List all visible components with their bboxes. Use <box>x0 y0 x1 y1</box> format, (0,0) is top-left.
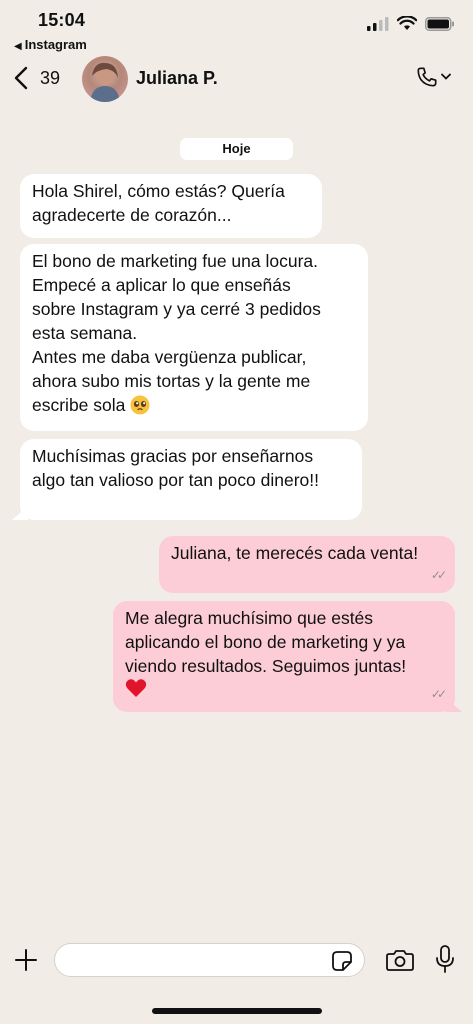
message-line: Empecé a aplicar lo que enseñás <box>32 275 291 295</box>
plus-icon <box>15 949 37 971</box>
contact-name[interactable]: Juliana P. <box>136 68 218 89</box>
microphone-icon <box>436 945 454 973</box>
red-heart-emoji <box>125 678 443 704</box>
chat-header: 39 Juliana P. <box>0 52 473 116</box>
unread-count: 39 <box>40 67 61 88</box>
sticker-icon <box>332 951 352 971</box>
message-bubble-incoming[interactable]: Muchísimas gracias por enseñarnos algo t… <box>20 439 362 520</box>
status-bar: 15:04 ◀ Instagram <box>0 0 473 52</box>
message-line: algo tan valioso por tan poco dinero!! <box>32 470 319 490</box>
message-bubble-incoming[interactable]: El bono de marketing fue una locura. Emp… <box>20 244 368 431</box>
message-line: Hola Shirel, cómo estás? Quería <box>32 181 285 201</box>
chevron-left-icon <box>14 66 28 90</box>
chevron-down-icon <box>441 73 451 80</box>
message-line: agradecerte de corazón... <box>32 205 232 225</box>
message-line: escribe sola <box>32 395 126 415</box>
message-line: ahora subo mis tortas y la gente me <box>32 371 311 391</box>
back-triangle-icon: ◀ <box>14 41 22 52</box>
sticker-button[interactable] <box>331 950 353 977</box>
message-line: El bono de marketing fue una locura. <box>32 251 319 271</box>
message-bubble-outgoing[interactable]: Juliana, te merecés cada venta! ✓✓ <box>159 536 455 593</box>
back-button[interactable]: 39 <box>14 66 60 90</box>
message-bubble-outgoing[interactable]: Me alegra muchísimo que estés aplicando … <box>113 601 455 712</box>
message-line: aplicando el bono de marketing y ya <box>125 632 406 652</box>
message-line: viendo resultados. Seguimos juntas! <box>125 656 407 676</box>
avatar[interactable] <box>82 56 128 102</box>
back-app-label: Instagram <box>24 37 87 52</box>
message-line: Me alegra muchísimo que estés <box>125 608 374 628</box>
status-time: 15:04 <box>38 10 86 30</box>
battery-icon <box>425 16 454 31</box>
read-receipt-icon: ✓✓ <box>430 687 447 701</box>
add-attachment-button[interactable] <box>14 948 38 977</box>
date-chip: Hoje <box>180 138 293 160</box>
camera-icon <box>386 950 414 971</box>
avatar-image <box>90 62 120 102</box>
message-line: Muchísimas gracias por enseñarnos <box>32 446 314 466</box>
read-receipt-icon: ✓✓ <box>430 568 447 582</box>
call-button[interactable] <box>416 66 451 88</box>
message-line: Antes me daba vergüenza publicar, <box>32 347 307 367</box>
status-icons <box>367 16 455 31</box>
cellular-signal-icon <box>367 16 389 31</box>
message-line-with-emoji: escribe sola <box>32 393 356 417</box>
home-indicator[interactable] <box>152 1008 322 1014</box>
wifi-icon <box>397 16 417 30</box>
message-line: esta semana. <box>32 323 138 343</box>
camera-button[interactable] <box>386 948 414 977</box>
message-line: sobre Instagram y ya cerré 3 pedidos <box>32 299 321 319</box>
message-bubble-incoming[interactable]: Hola Shirel, cómo estás? Quería agradece… <box>20 174 322 238</box>
pleading-face-emoji <box>130 395 150 415</box>
message-line: Juliana, te merecés cada venta! <box>171 543 419 563</box>
back-to-app-link[interactable]: ◀ Instagram <box>14 37 87 52</box>
message-composer <box>0 936 473 992</box>
microphone-button[interactable] <box>435 944 455 979</box>
message-input[interactable] <box>54 943 365 977</box>
phone-icon <box>417 67 437 87</box>
